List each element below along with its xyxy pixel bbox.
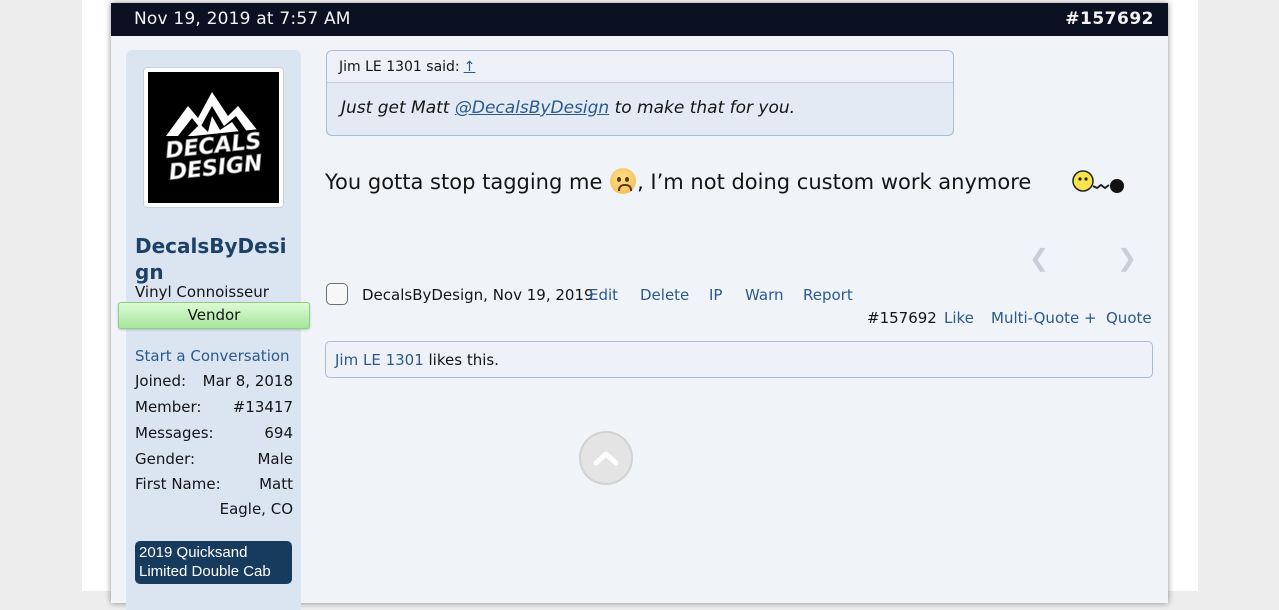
stat-value: Matt — [259, 475, 293, 493]
sad-face-icon — [610, 168, 637, 194]
edit-link[interactable]: Edit — [589, 286, 618, 304]
quote-author: Jim LE 1301 said: ↑ — [339, 59, 476, 75]
chevron-up-icon — [593, 451, 619, 466]
stat-label: Messages: — [135, 424, 214, 442]
vendor-banner: Vendor — [118, 302, 310, 329]
avatar-image[interactable]: DECALS DESIGN — [148, 72, 279, 203]
vehicle-badge: 2019 Quicksand Limited Double Cab — [135, 541, 292, 584]
delete-link[interactable]: Delete — [640, 286, 689, 304]
multi-quote-link[interactable]: Multi-Quote + — [991, 309, 1097, 327]
stat-gender: Gender: Male — [135, 450, 293, 470]
quote-block: Jim LE 1301 said: ↑ Just get Matt @Decals… — [326, 50, 954, 136]
stat-value: Male — [257, 450, 293, 468]
quote-text: Just get Matt @DecalsByDesign to make th… — [341, 98, 796, 118]
user-location: Eagle, CO — [219, 500, 293, 518]
post-number[interactable]: #157692 — [1065, 9, 1154, 29]
arrow-right-icon[interactable]: ❯ — [1117, 244, 1137, 272]
ball-and-chain-icon — [1072, 170, 1124, 193]
report-link[interactable]: Report — [803, 286, 853, 304]
post-meta[interactable]: DecalsByDesign, Nov 19, 2019 — [362, 286, 594, 304]
post-permalink[interactable]: #157692 — [867, 309, 937, 327]
mention-link[interactable]: @DecalsByDesign — [455, 98, 609, 118]
user-sidebar: DECALS DESIGN DecalsByDesign Vinyl Conno… — [118, 50, 310, 610]
decals-design-logo: DECALS DESIGN — [148, 72, 279, 203]
scroll-top-button[interactable] — [579, 431, 633, 485]
likes-summary: Jim LE 1301 likes this. — [325, 341, 1153, 378]
stat-label: First Name: — [135, 475, 221, 493]
start-conversation-link[interactable]: Start a Conversation — [135, 347, 290, 365]
warn-link[interactable]: Warn — [745, 286, 783, 304]
quote-header: Jim LE 1301 said: ↑ — [327, 51, 953, 83]
stat-value[interactable]: 694 — [264, 424, 293, 442]
stat-messages: Messages: 694 — [135, 424, 293, 444]
ip-link[interactable]: IP — [709, 286, 722, 304]
stat-label: Joined: — [135, 372, 187, 390]
post-message: You gotta stop tagging me , I’m not doin… — [325, 168, 1032, 194]
stat-joined: Joined: Mar 8, 2018 — [135, 372, 293, 392]
avatar[interactable]: DECALS DESIGN — [143, 67, 284, 208]
username[interactable]: DecalsByDesign — [135, 233, 293, 285]
like-link[interactable]: Like — [944, 309, 974, 327]
stat-value: #13417 — [232, 398, 293, 416]
stat-first-name: First Name: Matt — [135, 475, 293, 495]
post-date: Nov 19, 2019 at 7:57 AM — [134, 9, 351, 29]
stat-value: Mar 8, 2018 — [202, 372, 293, 390]
stat-label: Gender: — [135, 450, 196, 468]
stat-label: Member: — [135, 398, 202, 416]
user-title: Vinyl Connoisseur — [135, 283, 269, 301]
likes-text: Jim LE 1301 likes this. — [335, 351, 499, 369]
forum-post: Nov 19, 2019 at 7:57 AM #157692 DECALS D… — [111, 3, 1168, 610]
select-post-checkbox[interactable] — [326, 283, 348, 305]
quote-link[interactable]: Quote — [1106, 309, 1152, 327]
liker-link[interactable]: Jim LE 1301 — [335, 351, 424, 369]
arrow-left-icon[interactable]: ❮ — [1029, 244, 1049, 272]
stat-member: Member: #13417 — [135, 398, 293, 418]
post-header: Nov 19, 2019 at 7:57 AM #157692 — [111, 3, 1168, 36]
quote-jump-link[interactable]: ↑ — [464, 59, 476, 75]
